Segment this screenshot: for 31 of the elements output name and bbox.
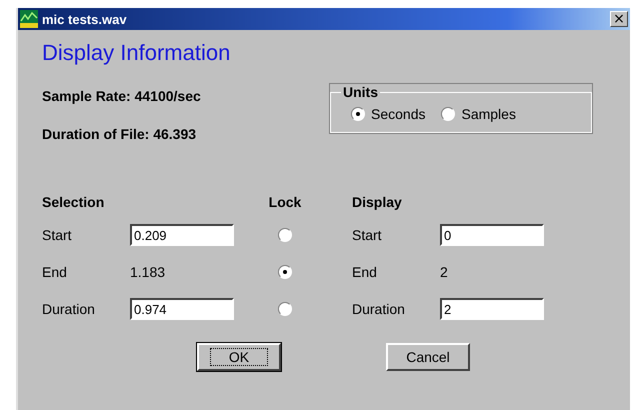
column-header: Lock — [268, 194, 302, 210]
ok-button[interactable]: OK — [197, 343, 281, 371]
window-title: mic tests.wav — [42, 12, 128, 26]
field-label: End — [42, 264, 68, 280]
field-label: Duration — [351, 301, 406, 317]
field-label: Duration — [42, 301, 96, 317]
radio-button[interactable] — [441, 107, 456, 121]
waveform-icon — [20, 10, 38, 28]
lock-radio-button[interactable] — [278, 265, 292, 279]
radio-option[interactable]: Samples — [441, 106, 516, 122]
dialog-heading: Display Information — [42, 40, 232, 66]
input-field[interactable]: 0.209 — [130, 224, 234, 246]
input-field[interactable]: 0 — [440, 224, 544, 246]
group-label: Units — [342, 84, 379, 100]
field-label: End — [351, 264, 378, 280]
radio-option[interactable]: Seconds — [351, 106, 426, 122]
value-text: 1.183 — [130, 264, 166, 280]
field-label: Start — [42, 227, 73, 243]
info-text: Sample Rate: 44100/sec — [42, 88, 201, 104]
input-field[interactable]: 0.974 — [130, 298, 234, 320]
cancel-button[interactable]: Cancel — [386, 343, 470, 371]
info-text: Duration of File: 46.393 — [42, 126, 198, 142]
lock-radio-button[interactable] — [278, 228, 292, 242]
lock-radio-button[interactable] — [278, 302, 292, 316]
column-header: Selection — [42, 194, 106, 210]
value-text: 2 — [440, 264, 448, 280]
column-header: Display — [351, 194, 403, 210]
input-field[interactable]: 2 — [440, 298, 544, 320]
field-label: Start — [351, 227, 383, 243]
close-button[interactable]: × — [610, 11, 628, 27]
radio-button[interactable] — [351, 107, 365, 121]
